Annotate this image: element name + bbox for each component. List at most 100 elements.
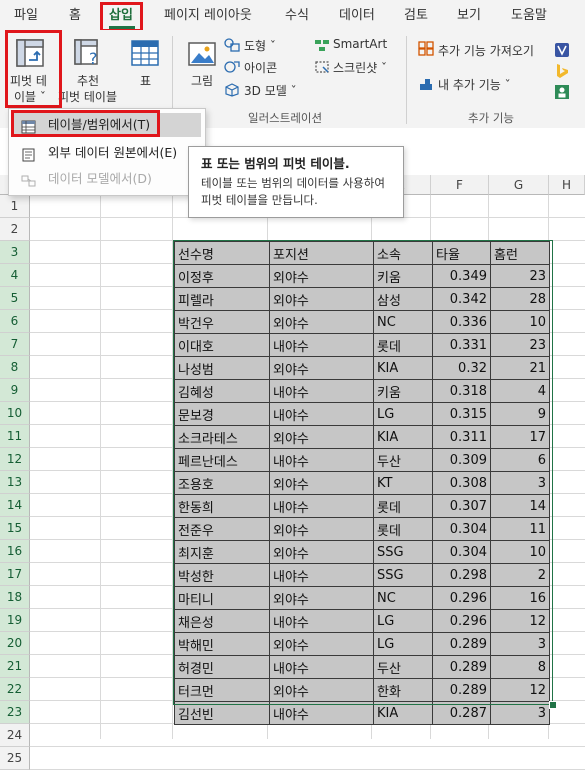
cell-hr[interactable]: 6 [490, 448, 550, 472]
row-header[interactable]: 20 [0, 632, 30, 655]
table-header-cell[interactable]: 홈런 [490, 241, 550, 265]
cell-team[interactable]: 키움 [373, 379, 433, 403]
cell-position[interactable]: 내야수 [269, 609, 374, 633]
row-header[interactable]: 2 [0, 218, 30, 241]
cell-player[interactable]: 문보경 [174, 402, 270, 426]
cell-player[interactable]: 박성한 [174, 563, 270, 587]
cell-avg[interactable]: 0.311 [432, 425, 491, 449]
cell-avg[interactable]: 0.298 [432, 563, 491, 587]
tab-formulas[interactable]: 수식 [285, 0, 309, 30]
cell-position[interactable]: 외야수 [269, 632, 374, 656]
recommended-pivot-label-2[interactable]: 피벗 테이블 [58, 88, 117, 105]
cell-team[interactable]: 롯데 [373, 517, 433, 541]
cell-avg[interactable]: 0.349 [432, 264, 491, 288]
cell-team[interactable]: KIA [373, 425, 433, 449]
cell-avg[interactable]: 0.307 [432, 494, 491, 518]
cell-team[interactable]: 삼성 [373, 287, 433, 311]
table-insert-label[interactable]: 표 [140, 72, 151, 89]
row-header[interactable]: 19 [0, 609, 30, 632]
row-header[interactable]: 21 [0, 655, 30, 678]
cell-player[interactable]: 페르난데스 [174, 448, 270, 472]
tab-data[interactable]: 데이터 [339, 0, 375, 30]
bing-icon[interactable] [554, 63, 570, 79]
cell-team[interactable]: 키움 [373, 264, 433, 288]
menu-item-from-external-source[interactable]: 외부 데이터 원본에서(E) [11, 141, 201, 165]
cell-hr[interactable]: 16 [490, 586, 550, 610]
cell-position[interactable]: 외야수 [269, 586, 374, 610]
row-header[interactable]: 9 [0, 379, 30, 402]
table-header-cell[interactable]: 포지션 [269, 241, 374, 265]
cell-team[interactable]: NC [373, 310, 433, 334]
cell-player[interactable]: 피렐라 [174, 287, 270, 311]
tab-help[interactable]: 도움말 [511, 0, 547, 30]
cell-hr[interactable]: 9 [490, 402, 550, 426]
cell-team[interactable]: KIA [373, 356, 433, 380]
cube-3d-icon[interactable] [224, 83, 240, 97]
row-header[interactable]: 15 [0, 517, 30, 540]
recommended-pivot-label-1[interactable]: 추천 [77, 72, 99, 89]
cell-hr[interactable]: 23 [490, 264, 550, 288]
cell-avg[interactable]: 0.304 [432, 517, 491, 541]
cell-hr[interactable]: 10 [490, 310, 550, 334]
data-table[interactable]: 선수명 포지션 소속 타율 홈런 이정후 외야수 키움 0.349 23 피렐라 외야수 삼성 0.342… [174, 241, 550, 725]
cell-hr[interactable]: 10 [490, 540, 550, 564]
row-header[interactable]: 7 [0, 333, 30, 356]
row-header[interactable]: 18 [0, 586, 30, 609]
column-header[interactable]: F [431, 175, 489, 195]
cell-player[interactable]: 채은성 [174, 609, 270, 633]
table-header-cell[interactable]: 타율 [432, 241, 491, 265]
cell-hr[interactable]: 23 [490, 333, 550, 357]
row-header[interactable]: 16 [0, 540, 30, 563]
tab-view[interactable]: 보기 [457, 0, 481, 30]
visio-icon[interactable] [554, 42, 570, 58]
cell-position[interactable]: 내야수 [269, 655, 374, 679]
cell-hr[interactable]: 3 [490, 701, 550, 725]
cell-hr[interactable]: 12 [490, 609, 550, 633]
cell-player[interactable]: 나성범 [174, 356, 270, 380]
cell-team[interactable]: KT [373, 471, 433, 495]
cell-player[interactable]: 허경민 [174, 655, 270, 679]
my-addins-icon[interactable] [418, 76, 434, 92]
cell-player[interactable]: 이대호 [174, 333, 270, 357]
picture-icon[interactable] [187, 40, 217, 68]
get-addins-label[interactable]: 추가 기능 가져오기 [438, 42, 534, 59]
cell-avg[interactable]: 0.296 [432, 586, 491, 610]
cell-position[interactable]: 내야수 [269, 701, 374, 725]
tab-page-layout[interactable]: 페이지 레이아웃 [164, 0, 252, 30]
row-header[interactable]: 17 [0, 563, 30, 586]
cell-avg[interactable]: 0.304 [432, 540, 491, 564]
row-header[interactable]: 25 [0, 747, 30, 770]
cell-position[interactable]: 외야수 [269, 425, 374, 449]
cell-position[interactable]: 내야수 [269, 494, 374, 518]
cell-position[interactable]: 외야수 [269, 678, 374, 702]
row-header[interactable]: 10 [0, 402, 30, 425]
cell-team[interactable]: LG [373, 632, 433, 656]
cell-position[interactable]: 외야수 [269, 471, 374, 495]
cell-position[interactable]: 내야수 [269, 333, 374, 357]
screenshot-label[interactable]: 스크린샷 ˇ [333, 59, 387, 76]
screenshot-icon[interactable] [314, 60, 330, 74]
cell-position[interactable]: 외야수 [269, 287, 374, 311]
cell-team[interactable]: 롯데 [373, 333, 433, 357]
cell-position[interactable]: 외야수 [269, 517, 374, 541]
models-3d-label[interactable]: 3D 모델 ˇ [244, 82, 297, 99]
cell-hr[interactable]: 2 [490, 563, 550, 587]
cell-avg[interactable]: 0.289 [432, 655, 491, 679]
cell-player[interactable]: 김선빈 [174, 701, 270, 725]
cell-avg[interactable]: 0.331 [432, 333, 491, 357]
row-header[interactable]: 14 [0, 494, 30, 517]
cell-hr[interactable]: 4 [490, 379, 550, 403]
cell-avg[interactable]: 0.309 [432, 448, 491, 472]
cell-hr[interactable]: 14 [490, 494, 550, 518]
cell-avg[interactable]: 0.318 [432, 379, 491, 403]
shapes-icon[interactable] [224, 38, 240, 52]
tab-home[interactable]: 홈 [69, 0, 81, 30]
row-header[interactable]: 1 [0, 195, 30, 218]
row-header[interactable]: 22 [0, 678, 30, 701]
cell-player[interactable]: 터크먼 [174, 678, 270, 702]
cell-team[interactable]: SSG [373, 540, 433, 564]
row-header[interactable]: 4 [0, 264, 30, 287]
cell-position[interactable]: 외야수 [269, 356, 374, 380]
cell-player[interactable]: 조용호 [174, 471, 270, 495]
cell-player[interactable]: 전준우 [174, 517, 270, 541]
